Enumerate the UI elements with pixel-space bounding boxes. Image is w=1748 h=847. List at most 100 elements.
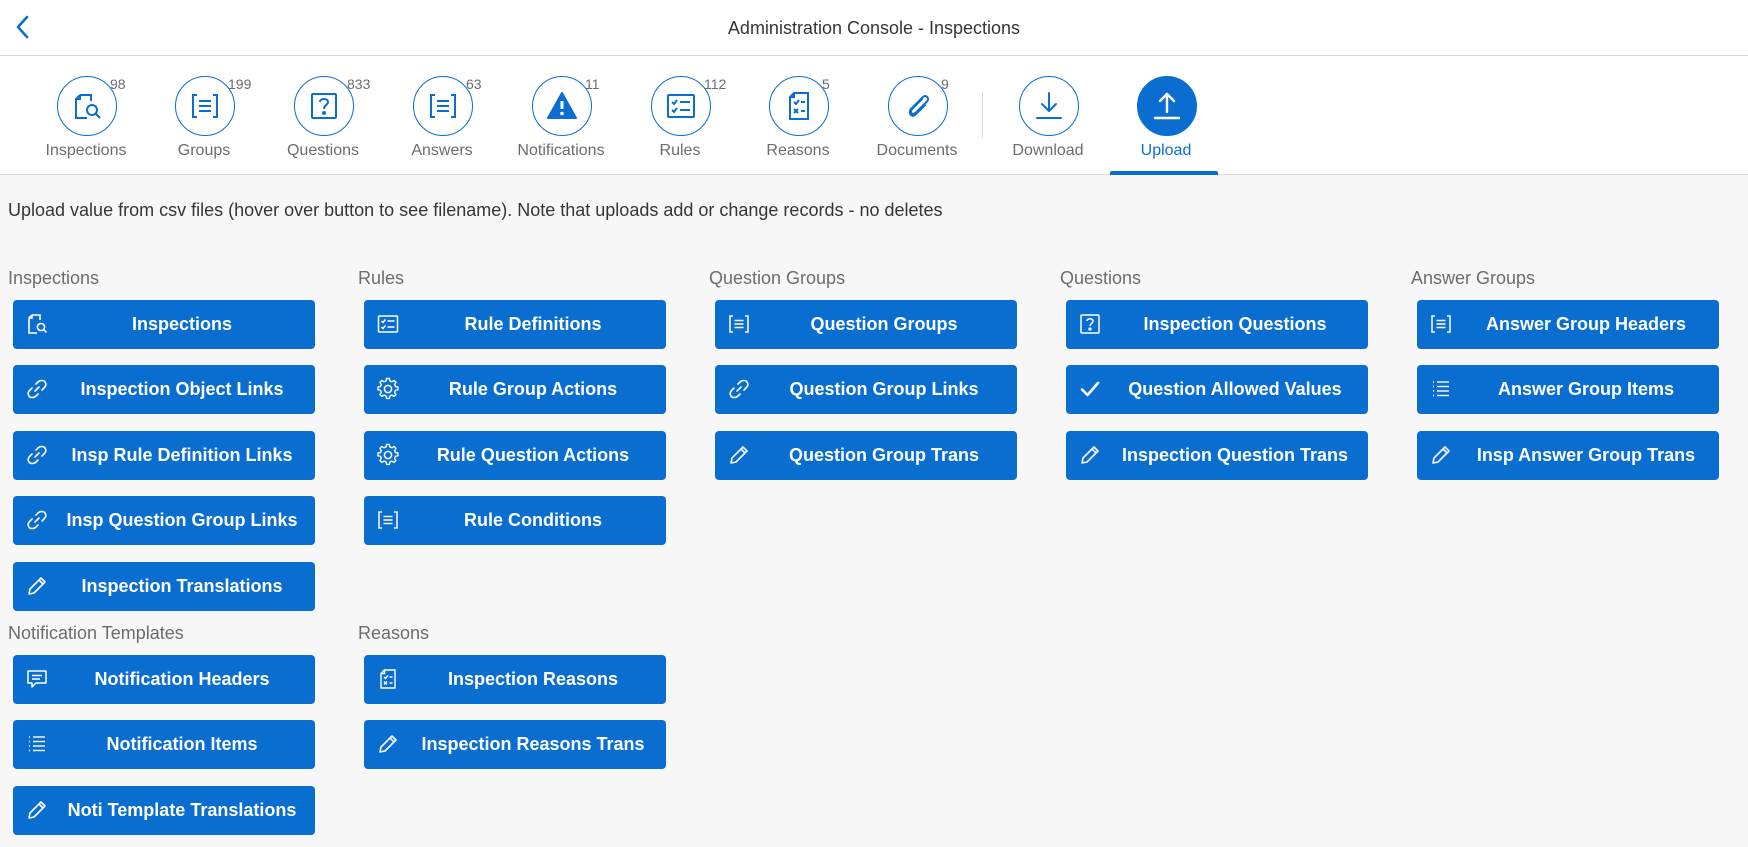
question-box-icon — [311, 93, 337, 119]
button-label: Insp Rule Definition Links — [71, 445, 293, 465]
pencil-icon — [1081, 446, 1099, 464]
comment-icon — [27, 670, 47, 688]
upload-rule-conditions-button[interactable]: Rule Conditions — [364, 496, 666, 545]
tab-label: Documents — [876, 142, 958, 159]
tab-count: 98 — [110, 76, 126, 92]
button-label: Rule Question Actions — [436, 445, 630, 465]
button-label: Inspection Translations — [81, 576, 283, 596]
button-label: Rule Group Actions — [448, 379, 618, 399]
button-label: Notification Headers — [94, 669, 270, 689]
tab-count: 5 — [822, 76, 830, 92]
document-checklist-icon — [789, 92, 809, 120]
button-label: Rule Definitions — [464, 314, 602, 334]
tab-notifications[interactable]: 11 Notifications — [501, 56, 621, 175]
tab-documents[interactable]: 9 Documents — [857, 56, 977, 175]
gear-icon — [377, 377, 399, 400]
tab-download[interactable]: Download — [988, 56, 1108, 175]
tab-label: Rules — [659, 142, 701, 159]
upload-inspection-translations-button[interactable]: Inspection Translations — [13, 562, 315, 611]
upload-inspection-object-links-button[interactable]: Inspection Object Links — [13, 365, 315, 414]
button-label: Insp Question Group Links — [66, 510, 298, 530]
upload-inspection-question-trans-button[interactable]: Inspection Question Trans — [1066, 431, 1368, 480]
upload-rule-group-actions-button[interactable]: Rule Group Actions — [364, 365, 666, 414]
tab-icon-circle — [413, 76, 473, 136]
tab-upload[interactable]: Upload — [1106, 56, 1226, 175]
link-icon — [729, 379, 749, 399]
upload-answer-group-headers-button[interactable]: Answer Group Headers — [1417, 300, 1719, 349]
button-label: Notification Items — [106, 734, 258, 754]
upload-inspection-questions-button[interactable]: Inspection Questions — [1066, 300, 1368, 349]
tab-reasons[interactable]: 5 Reasons — [738, 56, 858, 175]
icon-tab-bar: 98 Inspections 199 Groups 833 Questions — [0, 56, 1748, 175]
pencil-icon — [1432, 446, 1450, 464]
tab-count: 9 — [941, 76, 949, 92]
tab-count: 112 — [704, 76, 727, 92]
upload-rule-definitions-button[interactable]: Rule Definitions — [364, 300, 666, 349]
tab-icon-circle — [769, 76, 829, 136]
upload-question-allowed-values-button[interactable]: Question Allowed Values — [1066, 365, 1368, 414]
tab-count: 199 — [228, 76, 252, 92]
upload-rule-question-actions-button[interactable]: Rule Question Actions — [364, 431, 666, 480]
tab-label: Questions — [286, 142, 360, 159]
tab-label: Inspections — [45, 142, 127, 159]
upload-insp-answer-group-trans-button[interactable]: Insp Answer Group Trans — [1417, 431, 1719, 480]
inspection-search-icon — [28, 314, 48, 334]
checklist-icon — [377, 315, 399, 333]
upload-inspection-reasons-button[interactable]: Inspection Reasons — [364, 655, 666, 704]
upload-insp-rule-definition-links-button[interactable]: Insp Rule Definition Links — [13, 431, 315, 480]
tab-inspections[interactable]: 98 Inspections — [26, 56, 146, 175]
tab-rules[interactable]: 112 Rules — [620, 56, 740, 175]
tab-label: Reasons — [766, 142, 830, 159]
upload-instructions: Upload value from csv files (hover over … — [8, 200, 943, 220]
tab-count: 63 — [466, 76, 482, 92]
gear-icon — [377, 443, 399, 466]
tab-separator — [982, 92, 983, 138]
tab-label: Notifications — [517, 142, 605, 159]
button-label: Inspection Reasons Trans — [421, 734, 645, 754]
button-label: Inspection Reasons — [447, 669, 619, 689]
tab-questions[interactable]: 833 Questions — [263, 56, 383, 175]
tab-label: Download — [1012, 142, 1084, 159]
button-label: Answer Group Headers — [1485, 314, 1687, 334]
tab-answers[interactable]: 63 Answers — [382, 56, 502, 175]
tab-icon-circle — [1137, 76, 1197, 136]
bullet-list-icon — [29, 736, 45, 752]
button-label: Inspection Question Trans — [1121, 445, 1349, 465]
upload-question-group-trans-button[interactable]: Question Group Trans — [715, 431, 1017, 480]
tab-count: 11 — [585, 76, 600, 92]
list-box-icon — [378, 511, 398, 529]
link-icon — [27, 510, 47, 530]
tab-icon-circle — [888, 76, 948, 136]
upload-notification-headers-button[interactable]: Notification Headers — [13, 655, 315, 704]
shell-bar: Administration Console - Inspections — [0, 0, 1748, 56]
upload-notification-items-button[interactable]: Notification Items — [13, 720, 315, 769]
button-label: Inspections — [131, 314, 233, 334]
active-tab-indicator — [1110, 171, 1218, 175]
section-title-rules: Rules — [358, 268, 405, 288]
list-box-icon — [192, 94, 218, 118]
question-box-icon — [1080, 314, 1100, 334]
tab-icon-circle — [57, 76, 117, 136]
tab-icon-circle — [1019, 76, 1079, 136]
checkmark-icon — [1080, 381, 1100, 397]
paperclip-icon — [908, 95, 930, 117]
upload-noti-template-translations-button[interactable]: Noti Template Translations — [13, 786, 315, 835]
document-checklist-icon — [380, 669, 396, 689]
link-icon — [27, 445, 47, 465]
button-label: Question Allowed Values — [1128, 379, 1342, 399]
bullet-list-icon — [1433, 381, 1449, 397]
upload-inspections-button[interactable]: Inspections — [13, 300, 315, 349]
pencil-icon — [730, 446, 748, 464]
warning-icon — [547, 92, 577, 119]
upload-answer-group-items-button[interactable]: Answer Group Items — [1417, 365, 1719, 414]
button-label: Rule Conditions — [464, 510, 602, 530]
upload-question-group-links-button[interactable]: Question Group Links — [715, 365, 1017, 414]
upload-question-groups-button[interactable]: Question Groups — [715, 300, 1017, 349]
page-title: Administration Console - Inspections — [727, 18, 1021, 38]
tab-groups[interactable]: 199 Groups — [144, 56, 264, 175]
upload-insp-question-group-links-button[interactable]: Insp Question Group Links — [13, 496, 315, 545]
link-icon — [27, 379, 47, 399]
upload-inspection-reasons-trans-button[interactable]: Inspection Reasons Trans — [364, 720, 666, 769]
checklist-icon — [667, 94, 695, 118]
section-title-reasons: Reasons — [358, 623, 430, 643]
